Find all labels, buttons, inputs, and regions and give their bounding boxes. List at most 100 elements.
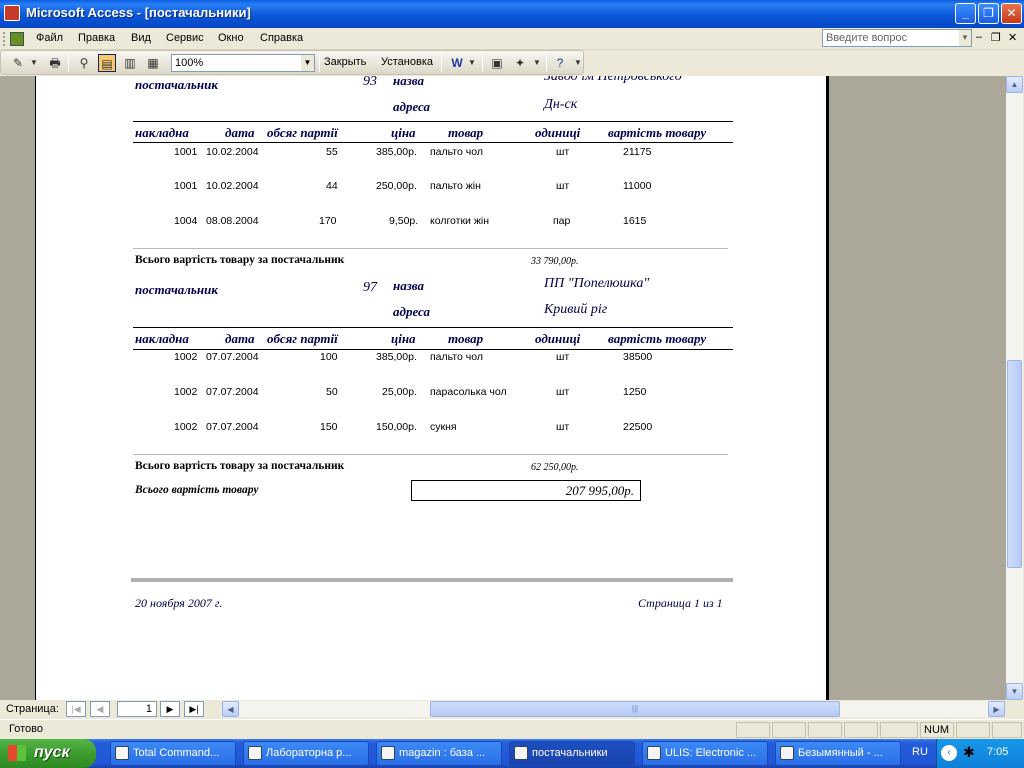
page-number-input[interactable]: 1 [117, 701, 157, 717]
help-question-input[interactable]: Введите вопрос ▼ [822, 29, 972, 47]
doc-close-button[interactable]: ✕ [1008, 31, 1017, 44]
restore-button[interactable]: ❐ [978, 3, 999, 24]
chevron-down-icon[interactable]: ▼ [959, 30, 971, 46]
word-export-icon[interactable]: W [448, 54, 466, 72]
chevron-down-icon[interactable]: ▼ [29, 54, 39, 72]
close-preview-button[interactable]: Закрыть [324, 56, 366, 68]
database-icon[interactable] [10, 32, 24, 46]
help-icon[interactable]: ? [551, 54, 569, 72]
page-setup-button[interactable]: Установка [381, 56, 433, 68]
vertical-scrollbar[interactable]: ▲ ▼ [1006, 76, 1023, 700]
first-page-icon[interactable]: |◀ [66, 701, 86, 717]
taskbar-item-paint[interactable]: Безымянный - ... [775, 741, 901, 766]
doc-restore-button[interactable]: ❐ [991, 31, 1001, 44]
col-product: товар [448, 331, 484, 346]
page-navigation-bar: Страница: |◀ ◀ 1 ▶ ▶| ◀ ||| ▶ [0, 700, 1024, 718]
footer-rule [131, 578, 733, 582]
chevron-down-icon[interactable]: ▼ [467, 54, 477, 72]
header-rule [133, 142, 733, 143]
one-page-icon[interactable]: ▤ [98, 54, 116, 72]
cell-invoice: 1001 [174, 146, 198, 158]
address-label: адреса [393, 99, 430, 114]
show-hidden-icons-icon[interactable]: ‹ [941, 745, 957, 761]
vertical-scroll-thumb[interactable] [1007, 360, 1022, 568]
taskbar-item-word-document[interactable]: Лабораторна р... [243, 741, 369, 766]
taskbar-item-ulis[interactable]: ULIS: Electronic ... [642, 741, 768, 766]
cell-product: пальто чол [430, 351, 483, 363]
multiple-pages-icon[interactable]: ▦ [144, 54, 162, 72]
menu-help[interactable]: Справка [260, 32, 303, 44]
scroll-right-icon[interactable]: ▶ [988, 701, 1005, 717]
database-icon [381, 746, 395, 760]
cell-product: парасолька чол [430, 386, 507, 398]
next-page-icon[interactable]: ▶ [160, 701, 180, 717]
doc-minimize-button[interactable]: – [976, 31, 982, 43]
window-title: Microsoft Access - [постачальники] [26, 5, 251, 20]
design-view-icon[interactable]: ✎ [9, 54, 27, 72]
total-commander-icon [115, 746, 129, 760]
toolbar-options-icon[interactable]: ▼ [573, 54, 583, 72]
horizontal-scrollbar[interactable]: ◀ ||| ▶ [222, 701, 1005, 717]
page-label: Страница: [6, 703, 59, 715]
print-icon[interactable]: 🖶 [46, 54, 64, 72]
minimize-button[interactable]: _ [955, 3, 976, 24]
cell-quantity: 50 [326, 386, 338, 398]
cell-value: 22500 [623, 421, 653, 433]
toolbar-separator [482, 54, 483, 72]
zoom-icon[interactable]: ⚲ [75, 54, 93, 72]
chevron-down-icon[interactable]: ▼ [301, 55, 314, 71]
horizontal-scroll-thumb[interactable]: ||| [430, 701, 840, 717]
scroll-down-icon[interactable]: ▼ [1006, 683, 1023, 700]
col-price: ціна [391, 125, 416, 140]
menu-file[interactable]: Файл [36, 32, 63, 44]
close-button[interactable]: ✕ [1001, 3, 1022, 24]
supplier-total-label: Всього вартість товару за постачальник [135, 254, 345, 266]
cell-units: шт [556, 180, 570, 192]
two-pages-icon[interactable]: ▥ [121, 54, 139, 72]
name-label: назва [393, 278, 425, 293]
scroll-up-icon[interactable]: ▲ [1006, 76, 1023, 93]
menu-tools[interactable]: Сервис [166, 32, 204, 44]
menu-view[interactable]: Вид [131, 32, 151, 44]
menu-window[interactable]: Окно [218, 32, 244, 44]
start-button[interactable]: пуск [0, 739, 96, 768]
status-indicator [736, 722, 770, 738]
clock[interactable]: 7:05 [987, 746, 1008, 758]
cell-date: 07.07.2004 [206, 421, 259, 433]
supplier-id: 97 [363, 280, 377, 295]
taskbar-item-magazin-database[interactable]: magazin : база ... [376, 741, 502, 766]
cell-units: пар [553, 215, 571, 227]
table-row: 1002 07.07.2004 100 385,00р. пальто чол … [36, 351, 826, 365]
col-quantity: обсяг партії [267, 331, 338, 346]
toolbar-separator [441, 54, 442, 72]
zoom-select[interactable]: 100% ▼ [171, 54, 315, 72]
supplier-total-value: 33 790,00р. [531, 256, 579, 267]
report-icon [514, 746, 528, 760]
chevron-down-icon[interactable]: ▼ [532, 54, 542, 72]
cell-quantity: 55 [326, 146, 338, 158]
taskbar-item-report[interactable]: постачальники [509, 741, 635, 766]
scroll-left-icon[interactable]: ◀ [222, 701, 239, 717]
cell-date: 08.08.2004 [206, 215, 259, 227]
cell-price: 385,00р. [376, 351, 417, 363]
status-indicator [992, 722, 1022, 738]
preview-area: постачальник 93 назва Завод ім Петровськ… [0, 76, 1006, 700]
spider-icon[interactable]: ✱ [963, 744, 975, 761]
table-row: 1002 07.07.2004 150 150,00р. сукня шт 22… [36, 421, 826, 435]
cell-value: 1615 [623, 215, 647, 227]
cell-invoice: 1004 [174, 215, 198, 227]
supplier-total-value: 62 250,00р. [531, 462, 579, 473]
status-indicator [808, 722, 842, 738]
taskbar-item-total-commander[interactable]: Total Command... [110, 741, 236, 766]
col-date: дата [225, 331, 255, 346]
last-page-icon[interactable]: ▶| [184, 701, 204, 717]
database-window-icon[interactable]: ▣ [488, 54, 506, 72]
previous-page-icon[interactable]: ◀ [90, 701, 110, 717]
language-indicator[interactable]: RU [912, 746, 928, 758]
menu-edit[interactable]: Правка [78, 32, 115, 44]
taskbar-item-label: Total Command... [133, 747, 220, 759]
access-app-icon[interactable] [4, 5, 20, 21]
footer-page-number: Страница 1 из 1 [638, 596, 723, 610]
new-object-icon[interactable]: ✦ [511, 54, 529, 72]
name-label: назва [393, 76, 425, 88]
